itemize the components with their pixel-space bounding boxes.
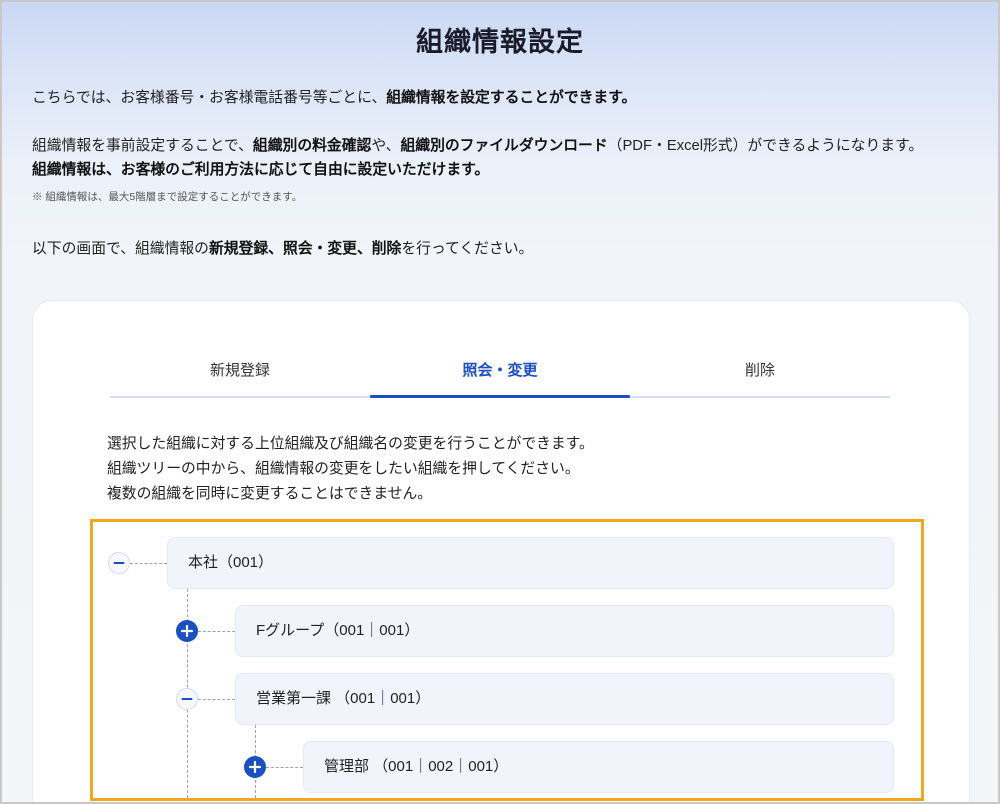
collapse-toggle-button[interactable] <box>108 552 130 574</box>
expand-toggle-button[interactable] <box>244 756 266 778</box>
intro-text: や、 <box>371 138 401 154</box>
plus-icon <box>244 756 266 778</box>
intro-text: 組織情報を事前設定することで、 <box>32 138 253 154</box>
intro-text: を行ってください。 <box>401 241 534 257</box>
collapse-toggle-button[interactable] <box>176 688 198 710</box>
description-line: 組織ツリーの中から、組織情報の変更をしたい組織を押してください。 <box>107 461 580 477</box>
intro-paragraph-3: 以下の画面で、組織情報の新規登録、照会・変更、削除を行ってください。 <box>32 237 533 261</box>
intro-paragraph-2-line-2: 組織情報は、お客様のご利用方法に応じて自由に設定いただけます。 <box>32 158 923 182</box>
intro-emphasis: 組織情報は、お客様のご利用方法に応じて自由に設定いただけます。 <box>32 162 490 178</box>
intro-text: 以下の画面で、組織情報の <box>32 241 209 257</box>
tab-new-registration[interactable]: 新規登録 <box>110 346 370 396</box>
intro-note: ※ 組織情報は、最大5階層まで設定することができます。 <box>32 191 303 203</box>
intro-emphasis: 組織情報を設定することができます。 <box>386 90 637 106</box>
tree-node-f-group[interactable]: Fグループ（001｜001） <box>235 605 894 657</box>
intro-text: こちらでは、お客様番号・お客様電話番号等ごとに、 <box>32 90 387 106</box>
description-line: 複数の組織を同時に変更することはできません。 <box>107 486 433 502</box>
tree-connector <box>198 699 235 700</box>
tree-node-honsha[interactable]: 本社（001） <box>167 537 894 589</box>
intro-emphasis: 新規登録、照会・変更、削除 <box>208 241 402 257</box>
tree-connector <box>130 563 167 564</box>
plus-icon <box>176 620 198 642</box>
tree-connector <box>266 767 303 768</box>
intro-text: （PDF・Excel形式）ができるようになります。 <box>607 138 924 154</box>
intro-emphasis: 組織別のファイルダウンロード <box>400 138 608 154</box>
description-line: 選択した組織に対する上位組織及び組織名の変更を行うことができます。 <box>107 436 594 452</box>
tree-connector <box>198 631 235 632</box>
expand-toggle-button[interactable] <box>176 620 198 642</box>
tab-bar: 新規登録 照会・変更 削除 <box>110 346 890 398</box>
page-title: 組織情報設定 <box>416 27 584 57</box>
intro-paragraph-2-line-1: 組織情報を事前設定することで、組織別の料金確認や、組織別のファイルダウンロード（… <box>32 134 923 158</box>
tab-inquiry-change[interactable]: 照会・変更 <box>370 346 630 398</box>
tree-node-eigyo-daiikka[interactable]: 営業第一課 （001｜001） <box>235 673 894 725</box>
tree-node-kanribu[interactable]: 管理部 （001｜002｜001） <box>303 741 894 793</box>
minus-icon <box>176 688 198 710</box>
panel-description: 選択した組織に対する上位組織及び組織名の変更を行うことができます。 組織ツリーの… <box>107 432 594 507</box>
organization-settings-page: 組織情報設定 こちらでは、お客様番号・お客様電話番号等ごとに、組織情報を設定する… <box>0 0 1000 804</box>
intro-emphasis: 組織別の料金確認 <box>252 138 372 154</box>
intro-paragraph-1: こちらでは、お客様番号・お客様電話番号等ごとに、組織情報を設定することができます… <box>32 86 636 110</box>
intro-paragraph-2: 組織情報を事前設定することで、組織別の料金確認や、組織別のファイルダウンロード（… <box>32 134 923 182</box>
tab-delete[interactable]: 削除 <box>630 346 890 396</box>
minus-icon <box>108 552 130 574</box>
